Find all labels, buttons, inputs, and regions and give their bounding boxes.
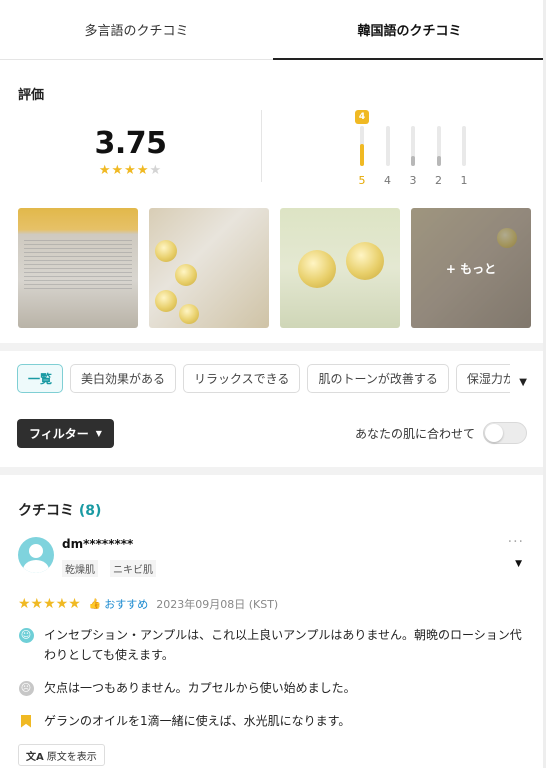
rating-bar-label: 2: [435, 174, 442, 187]
show-original-button[interactable]: 文A 原文を表示: [18, 744, 105, 766]
skin-match-toggle[interactable]: [483, 422, 527, 444]
tab-korean-reviews[interactable]: 韓国語のクチコミ: [273, 0, 546, 60]
skin-match-label: あなたの肌に合わせて: [354, 426, 475, 441]
review-photo[interactable]: [149, 208, 269, 328]
star-icon: ★: [98, 163, 112, 178]
reviews-title: クチコミ: [18, 503, 74, 519]
more-options-icon[interactable]: ···: [508, 534, 524, 550]
review-meta: ★★★★★ 👍 おすすめ 2023年09月08日 (KST): [18, 593, 528, 615]
rating-bar-label: 4: [384, 174, 391, 187]
average-rating: 3.75 ★★★★★: [0, 110, 262, 182]
review-photo-strip: + もっと: [0, 208, 546, 328]
review-language-tabs: 多言語のクチコミ 韓国語のクチコミ: [0, 0, 546, 60]
chips-expand-icon[interactable]: ▼: [519, 377, 527, 388]
rating-summary: 3.75 ★★★★★ 543214: [0, 110, 546, 208]
filter-button-label: フィルター: [29, 426, 89, 441]
review-page: 多言語のクチコミ 韓国語のクチコミ 評価 3.75 ★★★★★ 543214 +…: [0, 0, 546, 768]
skin-tags: 乾燥肌 ニキビ肌: [62, 560, 156, 577]
review-tip: ゲランのオイルを1滴一緒に使えば、水光肌になります。: [18, 711, 528, 731]
avatar: [18, 537, 54, 573]
rating-bar-5: [360, 126, 364, 166]
star-icon: ★: [136, 163, 150, 178]
average-stars: ★★★★★: [0, 163, 261, 178]
rating-bar-fill: [436, 156, 441, 166]
rating-badge: 4: [355, 110, 369, 124]
review-photo[interactable]: [18, 208, 138, 328]
skin-match-toggle-row: あなたの肌に合わせて: [355, 422, 527, 444]
bookmark-icon: [21, 714, 31, 728]
star-icon: ★: [124, 163, 137, 178]
reviewer-info: dm******** 乾燥肌 ニキビ肌: [18, 537, 528, 593]
frown-icon: ☹: [18, 680, 34, 696]
rating-distribution: 5 4 3 2 1 4: [262, 110, 546, 208]
tip-text: ゲランのオイルを1滴一緒に使えば、水光肌になります。: [44, 714, 351, 728]
section-divider: [0, 343, 546, 351]
review-date: 2023年09月08日 (KST): [156, 598, 279, 611]
skin-tag: ニキビ肌: [110, 560, 156, 577]
chip-whitening[interactable]: 美白効果がある: [70, 364, 177, 393]
rating-bar-4: [385, 126, 390, 166]
filter-button[interactable]: フィルター ▼: [17, 418, 114, 448]
average-score: 3.75: [94, 126, 167, 161]
good-point-text: インセプション・アンプルは、これ以上良いアンプルはありません。朝晩のローション代…: [44, 628, 522, 662]
rating-bar-1: [462, 126, 466, 166]
rating-bar-label: 1: [460, 174, 468, 187]
review-photo-more[interactable]: + もっと: [411, 208, 531, 328]
translate-icon: 文A: [26, 751, 44, 763]
chevron-down-icon: ▼: [95, 428, 102, 438]
toggle-knob: [485, 424, 503, 442]
show-original-label: 原文を表示: [46, 751, 97, 763]
star-icon: ★: [111, 163, 125, 178]
recommend-label: おすすめ: [104, 598, 149, 611]
skin-tag: 乾燥肌: [62, 560, 98, 577]
rating-bar-2: [436, 126, 441, 166]
reviews-header: クチコミ (8): [0, 475, 546, 537]
rating-bar-3: [411, 126, 415, 166]
chip-skin-tone[interactable]: 肌のトーンが改善する: [307, 364, 449, 393]
bad-point-text: 欠点は一つもありません。カプセルから使い始めました。: [44, 681, 356, 695]
rating-section-title: 評価: [18, 88, 45, 103]
more-photos-label: + もっと: [411, 208, 531, 328]
filter-row: フィルター ▼ あなたの肌に合わせて: [0, 409, 546, 457]
chip-moisturizing[interactable]: 保湿力が高: [455, 364, 510, 393]
recommend-badge: 👍 おすすめ: [89, 596, 148, 612]
reviews-count: (8): [78, 503, 102, 519]
chevron-down-icon[interactable]: ▼: [515, 559, 522, 569]
review-photo[interactable]: [280, 208, 400, 328]
tab-multilingual-reviews[interactable]: 多言語のクチコミ: [0, 0, 273, 59]
thumbs-up-icon: 👍: [88, 598, 102, 610]
section-divider: [0, 467, 546, 475]
smile-icon: ☺: [18, 627, 34, 643]
rating-bar-fill: [360, 144, 364, 166]
keyword-chips: 一覧 美白効果がある リラックスできる 肌のトーンが改善する 保湿力が高: [0, 351, 546, 409]
review-good-point: ☺ インセプション・アンプルは、これ以上良いアンプルはありません。朝晩のローショ…: [18, 625, 528, 665]
rating-bar-label: 3: [409, 174, 417, 187]
review-item: dm******** 乾燥肌 ニキビ肌 ··· ▼ ★★★★★ 👍 おすすめ 2…: [0, 534, 546, 766]
rating-bar-label: 5: [358, 174, 366, 187]
star-empty-icon: ★: [149, 163, 163, 178]
chip-relaxing[interactable]: リラックスできる: [183, 364, 301, 393]
review-stars: ★★★★★: [18, 596, 81, 612]
reviewer-name: dm********: [62, 537, 134, 551]
rating-bar-fill: [411, 156, 415, 166]
review-bad-point: ☹ 欠点は一つもありません。カプセルから使い始めました。: [18, 678, 528, 698]
chip-all[interactable]: 一覧: [17, 364, 64, 393]
